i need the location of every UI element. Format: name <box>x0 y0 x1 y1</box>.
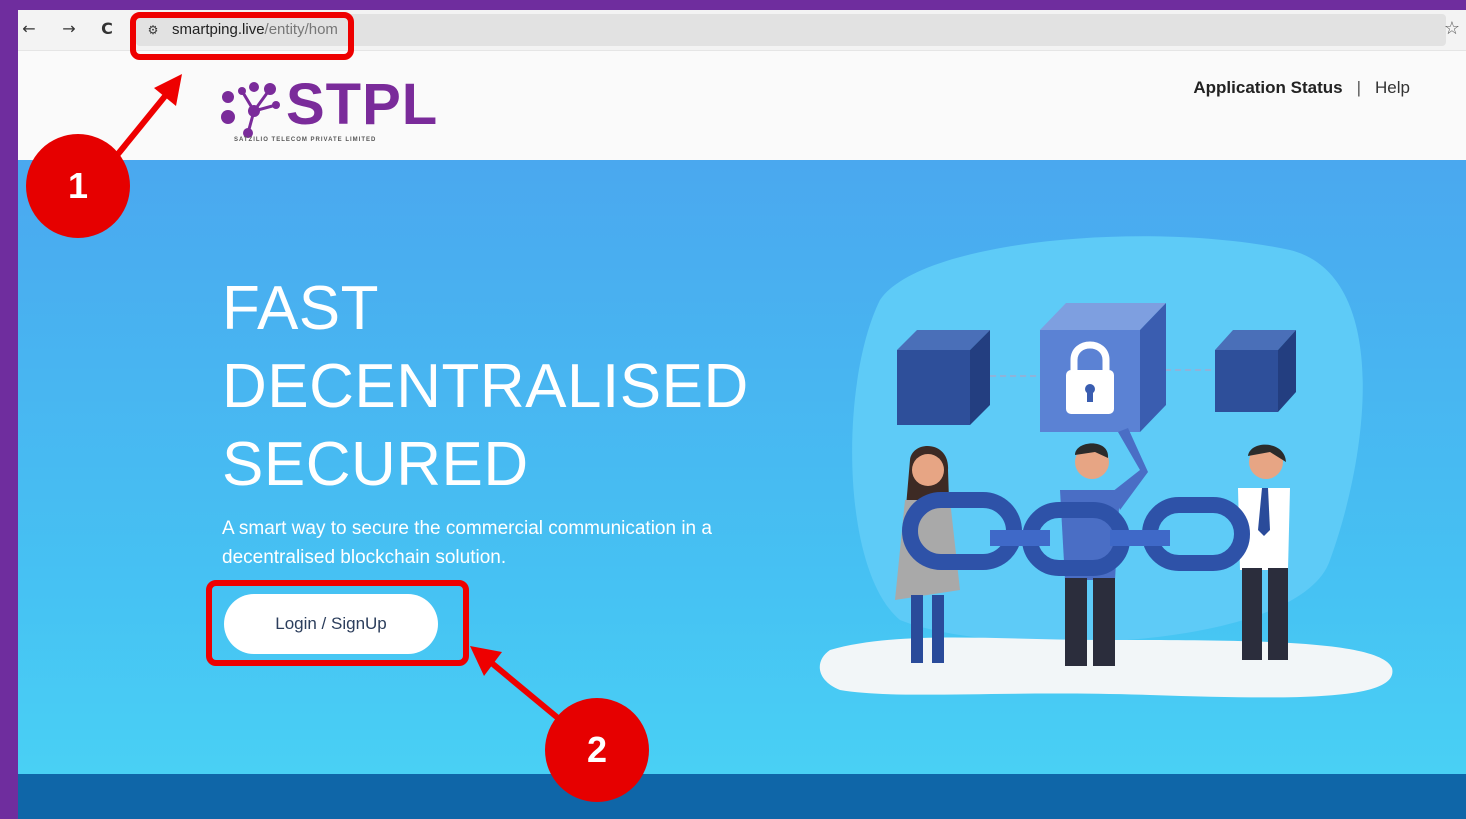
blockchain-illustration <box>819 236 1393 698</box>
callout-badge-1: 1 <box>26 134 130 238</box>
callout-box-login <box>206 580 469 666</box>
callout-box-url <box>130 12 354 60</box>
callout-badge-2: 2 <box>545 698 649 802</box>
block-right <box>1215 330 1296 412</box>
block-left <box>897 330 990 425</box>
